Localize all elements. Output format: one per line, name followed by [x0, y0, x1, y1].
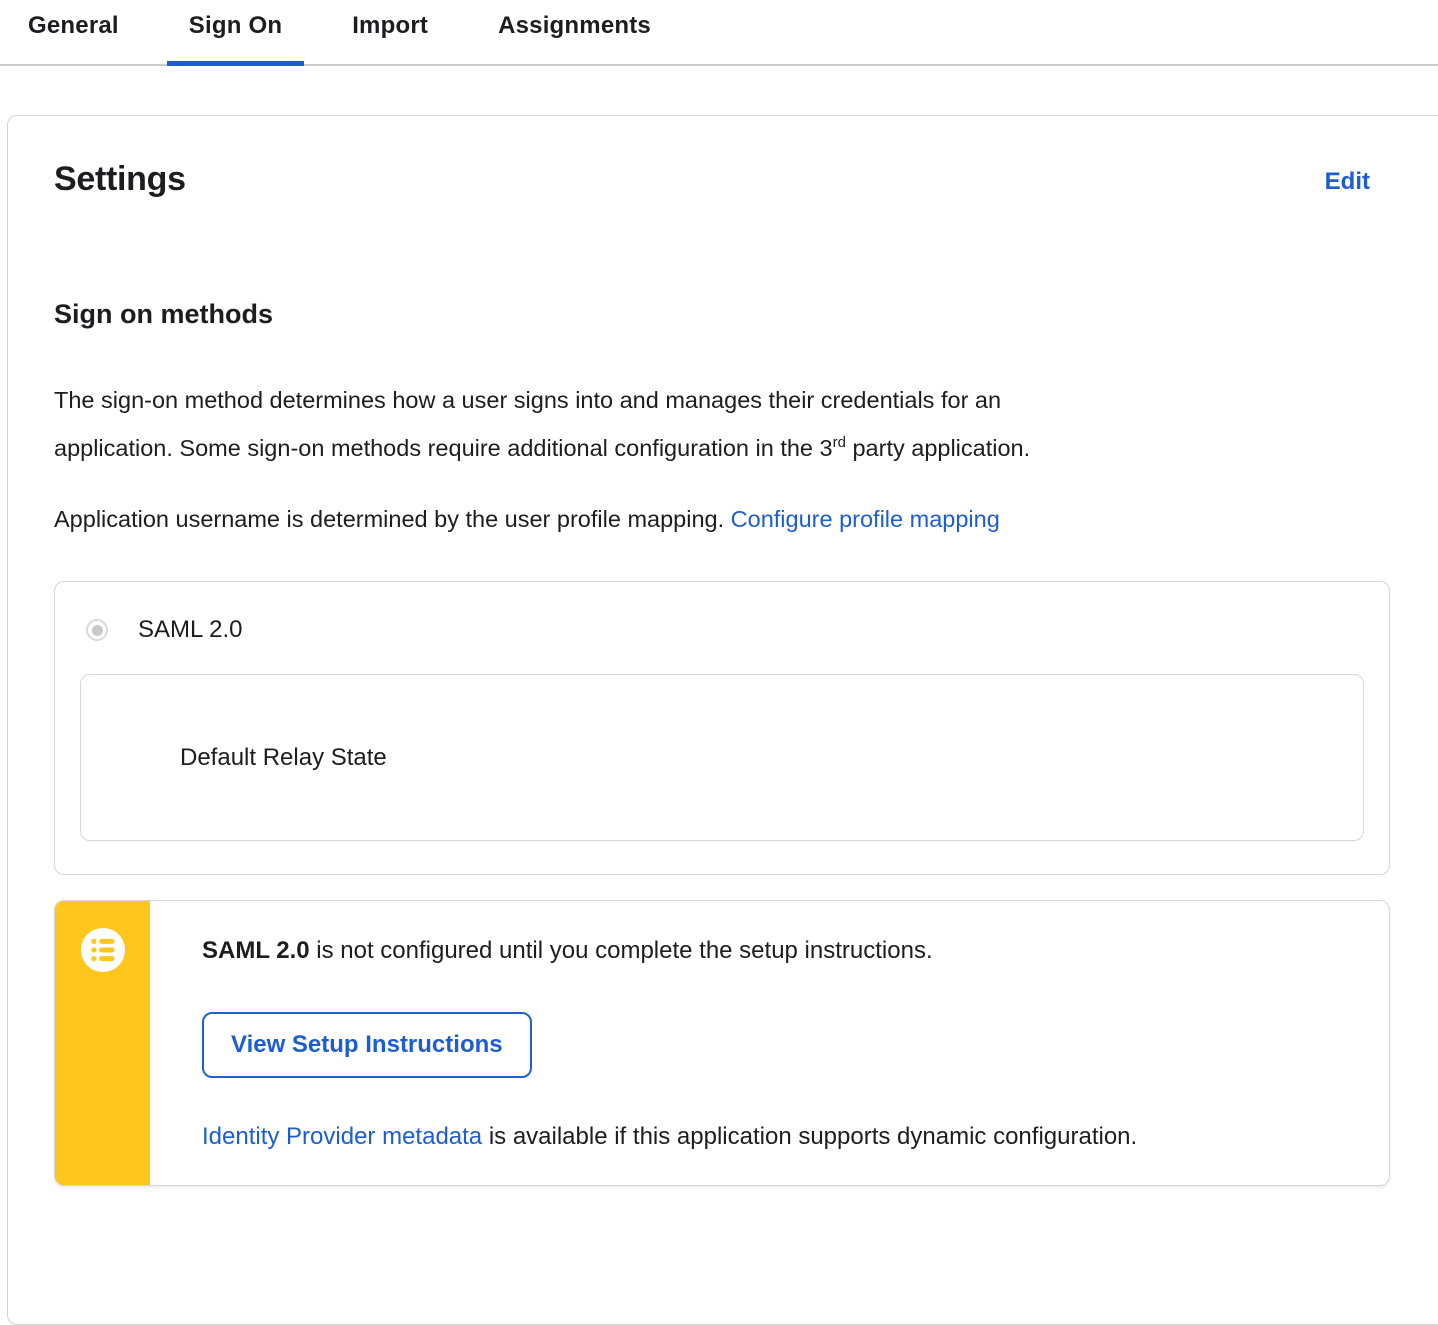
username-mapping-text: Application username is determined by th… [54, 506, 731, 532]
configure-profile-mapping-link[interactable]: Configure profile mapping [731, 506, 1000, 532]
callout-message-strong: SAML 2.0 [202, 937, 310, 964]
default-relay-state-label: Default Relay State [180, 743, 387, 771]
username-mapping-line: Application username is determined by th… [54, 495, 1390, 543]
saml-setup-callout: SAML 2.0 is not configured until you com… [54, 900, 1390, 1186]
app-tab-bar: General Sign On Import Assignments [0, 0, 1438, 66]
sign-on-description-line2-pre: application. Some sign-on methods requir… [54, 435, 833, 461]
view-setup-instructions-button[interactable]: View Setup Instructions [202, 1012, 532, 1078]
ordinal-superscript: rd [832, 434, 846, 452]
edit-button[interactable]: Edit [1325, 168, 1370, 196]
metadata-text: is available if this application support… [482, 1123, 1138, 1150]
saml-radio-label: SAML 2.0 [138, 616, 243, 643]
identity-provider-metadata-link[interactable]: Identity Provider metadata [202, 1123, 482, 1150]
tab-assignments[interactable]: Assignments [476, 0, 673, 64]
saml-method-box: SAML 2.0 Default Relay State [54, 581, 1390, 875]
settings-card: Settings Edit Sign on methods The sign-o… [7, 115, 1438, 1325]
sign-on-methods-heading: Sign on methods [54, 299, 273, 329]
settings-header: Settings Edit [54, 160, 1390, 199]
callout-message: SAML 2.0 is not configured until you com… [202, 934, 1349, 968]
sign-on-description-line2: application. Some sign-on methods requir… [54, 424, 1390, 472]
metadata-line: Identity Provider metadata is available … [202, 1122, 1349, 1152]
sign-on-description-line2-post: party application. [845, 435, 1031, 461]
default-relay-state-box: Default Relay State [80, 674, 1364, 841]
sign-on-description-line1: The sign-on method determines how a user… [54, 387, 1002, 413]
tab-import[interactable]: Import [330, 0, 450, 64]
tab-general[interactable]: General [6, 0, 141, 64]
saml-radio-button[interactable] [86, 619, 108, 641]
page-title: Settings [54, 160, 186, 198]
callout-body: SAML 2.0 is not configured until you com… [150, 901, 1389, 1185]
list-icon [80, 927, 126, 1185]
callout-message-text: is not configured until you complete the… [309, 937, 933, 964]
saml-radio-row: SAML 2.0 [86, 616, 1364, 644]
callout-caution-strip [55, 901, 150, 1185]
tab-sign-on[interactable]: Sign On [166, 0, 305, 66]
